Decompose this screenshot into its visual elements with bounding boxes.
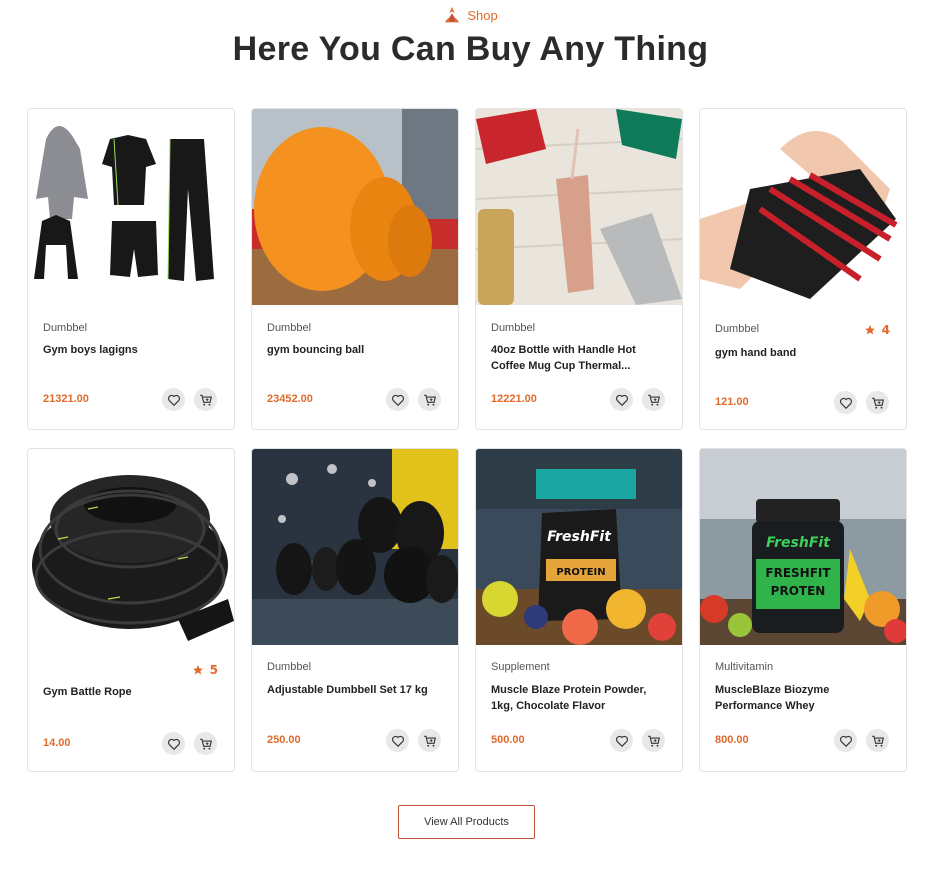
product-image[interactable]	[28, 109, 234, 305]
heart-icon	[391, 735, 404, 747]
cart-plus-icon	[647, 394, 660, 406]
product-name[interactable]: gym bouncing ball	[267, 342, 445, 358]
product-price: 23452.00	[267, 393, 313, 405]
product-price: 121.00	[715, 396, 749, 408]
section-eyebrow: Shop	[0, 6, 941, 24]
heart-icon	[839, 735, 852, 747]
product-image[interactable]	[252, 109, 458, 305]
cart-plus-icon	[423, 735, 436, 747]
svg-text:FRESHFIT: FRESHFIT	[765, 566, 831, 580]
product-name[interactable]: 40oz Bottle with Handle Hot Coffee Mug C…	[491, 342, 669, 374]
product-card[interactable]: 5 Gym Battle Rope 14.00	[27, 448, 235, 772]
add-to-cart-button[interactable]	[418, 729, 441, 752]
add-to-cart-button[interactable]	[642, 729, 665, 752]
add-to-cart-button[interactable]	[642, 388, 665, 411]
svg-text:FreshFit: FreshFit	[766, 535, 831, 551]
product-price: 12221.00	[491, 393, 537, 405]
product-name[interactable]: Adjustable Dumbbell Set 17 kg	[267, 682, 445, 698]
heart-icon	[391, 394, 404, 406]
heart-icon	[839, 397, 852, 409]
wishlist-button[interactable]	[386, 729, 409, 752]
svg-text:PROTEIN: PROTEIN	[556, 567, 605, 578]
svg-text:FreshFit: FreshFit	[547, 529, 612, 545]
wishlist-button[interactable]	[834, 391, 857, 414]
product-name[interactable]: gym hand band	[715, 345, 893, 361]
wishlist-button[interactable]	[162, 388, 185, 411]
product-card[interactable]: FreshFit PROTEIN Supplement Muscle Blaze…	[475, 448, 683, 772]
eyebrow-label: Shop	[467, 7, 498, 23]
view-all-products-button[interactable]: View All Products	[398, 805, 535, 839]
product-price: 21321.00	[43, 393, 89, 405]
heart-icon	[615, 394, 628, 406]
product-price: 250.00	[267, 734, 301, 746]
heart-icon	[167, 394, 180, 406]
heart-icon	[167, 738, 180, 750]
svg-text:PROTEN: PROTEN	[771, 584, 826, 598]
product-name[interactable]: Gym boys lagigns	[43, 342, 221, 358]
product-name[interactable]: MuscleBlaze Biozyme Performance Whey	[715, 682, 893, 714]
product-image[interactable]: FreshFit PROTEIN	[476, 449, 682, 645]
product-card[interactable]: Dumbbel 4 gym hand band 121.00	[699, 108, 907, 430]
product-grid: Dumbbel Gym boys lagigns 21321.00 Dumbbe…	[27, 108, 907, 772]
cart-plus-icon	[871, 397, 884, 409]
product-category: Dumbbel	[267, 661, 312, 673]
add-to-cart-button[interactable]	[194, 732, 217, 755]
wishlist-button[interactable]	[386, 388, 409, 411]
product-image[interactable]	[28, 449, 234, 645]
star-icon	[192, 665, 203, 675]
fire-logo-icon	[445, 6, 460, 23]
wishlist-button[interactable]	[834, 729, 857, 752]
product-card[interactable]: FreshFit FRESHFIT PROTEN Multivitamin Mu…	[699, 448, 907, 772]
product-price: 500.00	[491, 734, 525, 746]
product-image[interactable]	[700, 109, 906, 305]
product-name[interactable]: Gym Battle Rope	[43, 684, 221, 700]
product-price: 800.00	[715, 734, 749, 746]
wishlist-button[interactable]	[610, 729, 633, 752]
cart-plus-icon	[199, 738, 212, 750]
page-title: Here You Can Buy Any Thing	[232, 30, 709, 68]
cart-plus-icon	[423, 394, 436, 406]
add-to-cart-button[interactable]	[866, 729, 889, 752]
product-category: Dumbbel	[43, 322, 88, 334]
product-card[interactable]: Dumbbel Adjustable Dumbbell Set 17 kg 25…	[251, 448, 459, 772]
wishlist-button[interactable]	[162, 732, 185, 755]
rating-value: 4	[881, 323, 890, 337]
add-to-cart-button[interactable]	[418, 388, 441, 411]
add-to-cart-button[interactable]	[866, 391, 889, 414]
product-name[interactable]: Muscle Blaze Protein Powder, 1kg, Chocol…	[491, 682, 669, 714]
product-image[interactable]	[476, 109, 682, 305]
cart-plus-icon	[647, 735, 660, 747]
product-card[interactable]: Dumbbel 40oz Bottle with Handle Hot Coff…	[475, 108, 683, 430]
product-category: Dumbbel	[267, 322, 312, 334]
product-rating: 4	[864, 323, 890, 337]
add-to-cart-button[interactable]	[194, 388, 217, 411]
cart-plus-icon	[199, 394, 212, 406]
product-category: Multivitamin	[715, 661, 774, 673]
product-category: Dumbbel	[715, 323, 760, 335]
cart-plus-icon	[871, 735, 884, 747]
wishlist-button[interactable]	[610, 388, 633, 411]
product-category: Dumbbel	[491, 322, 536, 334]
rating-value: 5	[209, 663, 218, 677]
heart-icon	[615, 735, 628, 747]
product-card[interactable]: Dumbbel gym bouncing ball 23452.00	[251, 108, 459, 430]
product-price: 14.00	[43, 737, 71, 749]
product-image[interactable]: FreshFit FRESHFIT PROTEN	[700, 449, 906, 645]
product-rating: 5	[192, 663, 218, 677]
product-card[interactable]: Dumbbel Gym boys lagigns 21321.00	[27, 108, 235, 430]
product-category: Supplement	[491, 661, 550, 673]
product-image[interactable]	[252, 449, 458, 645]
star-icon	[864, 325, 875, 335]
